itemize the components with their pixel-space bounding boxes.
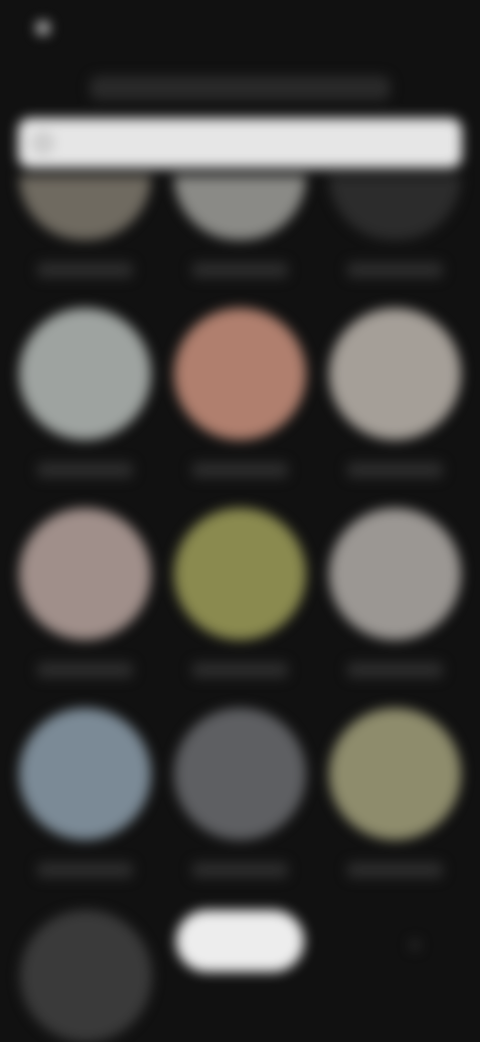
grid-item[interactable] (324, 308, 466, 478)
grid-item[interactable] (324, 708, 466, 878)
grid-item-label (37, 662, 133, 678)
profile-grid (14, 176, 466, 908)
grid-item[interactable] (324, 176, 466, 278)
app-screen (0, 0, 480, 1042)
page-title (90, 76, 390, 100)
grid-row (14, 176, 466, 278)
avatar[interactable] (19, 308, 151, 440)
avatar[interactable] (174, 508, 306, 640)
grid-item[interactable] (14, 176, 156, 278)
avatar[interactable] (174, 708, 306, 840)
avatar[interactable] (329, 176, 461, 240)
grid-item[interactable] (169, 508, 311, 678)
grid-item-label (347, 662, 443, 678)
avatar[interactable] (174, 308, 306, 440)
grid-item-label (347, 462, 443, 478)
circle-icon (36, 21, 50, 35)
avatar[interactable] (329, 508, 461, 640)
avatar[interactable] (329, 708, 461, 840)
grid-item-label (192, 262, 288, 278)
status-left (36, 21, 60, 35)
grid-item-label (192, 462, 288, 478)
grid-item-label (192, 862, 288, 878)
grid-item-label (37, 262, 133, 278)
grid-item-label (37, 862, 133, 878)
avatar[interactable] (20, 910, 152, 1042)
grid-item[interactable] (169, 308, 311, 478)
avatar[interactable] (19, 176, 151, 240)
avatar[interactable] (19, 708, 151, 840)
grid-row (14, 708, 466, 878)
floating-action-button[interactable] (176, 910, 304, 972)
grid-item[interactable] (169, 176, 311, 278)
search-icon (34, 134, 52, 152)
page-indicator-dot (410, 940, 420, 950)
avatar[interactable] (174, 176, 306, 240)
grid-item-label (347, 862, 443, 878)
grid-item[interactable] (14, 708, 156, 878)
grid-item-label (37, 462, 133, 478)
status-bar (0, 0, 480, 56)
grid-item[interactable] (14, 308, 156, 478)
avatar[interactable] (329, 308, 461, 440)
avatar[interactable] (19, 508, 151, 640)
grid-item-label (192, 662, 288, 678)
grid-item[interactable] (14, 508, 156, 678)
grid-item[interactable] (324, 508, 466, 678)
grid-item[interactable] (169, 708, 311, 878)
grid-item-label (347, 262, 443, 278)
grid-row (14, 308, 466, 478)
grid-row (14, 508, 466, 678)
search-bar[interactable] (18, 118, 462, 168)
search-input[interactable] (62, 133, 446, 153)
